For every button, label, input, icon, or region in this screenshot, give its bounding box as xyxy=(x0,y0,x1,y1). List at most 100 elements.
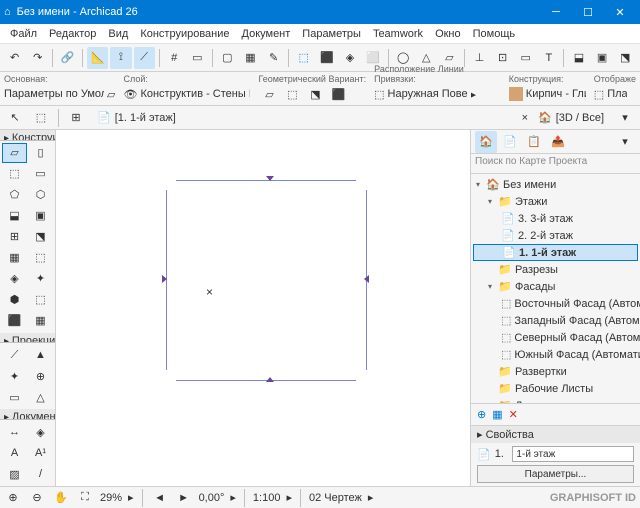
dim-tool[interactable]: ↔ xyxy=(2,422,27,442)
zone-tool[interactable]: ⬛ xyxy=(2,311,27,331)
marquee-tool-icon[interactable]: ⬚ xyxy=(30,107,52,129)
tree-floor2[interactable]: 📄2. 2-й этаж xyxy=(473,227,638,244)
grid-icon[interactable]: # xyxy=(164,47,185,69)
text-icon[interactable]: T xyxy=(538,47,559,69)
angle-tool-icon[interactable]: 📐 xyxy=(87,47,108,69)
roof-tool[interactable]: ⬔ xyxy=(28,227,53,247)
tab-3d[interactable]: 🏠[3D / Все] xyxy=(532,109,610,126)
tree-worksheets[interactable]: 📁Рабочие Листы xyxy=(473,380,638,397)
zoom-out-icon[interactable]: ⊖ xyxy=(28,489,46,507)
fit-icon[interactable]: ⛶ xyxy=(76,489,94,507)
props-name-input[interactable] xyxy=(512,446,634,462)
grid-tool[interactable]: ⊞ xyxy=(2,227,27,247)
scale-value[interactable]: 1:100 xyxy=(253,492,281,504)
geom-trapez-icon[interactable]: ⬔ xyxy=(304,83,326,105)
menu-options[interactable]: Параметры xyxy=(296,26,367,42)
props-params-button[interactable]: Параметры... xyxy=(477,465,634,483)
default-params[interactable]: Параметры по Умолчанию xyxy=(4,88,104,100)
morph-tool[interactable]: ⬢ xyxy=(2,290,27,310)
tab-close-icon[interactable]: × xyxy=(522,112,528,124)
tree-east[interactable]: ⬚Восточный Фасад (Автоматич xyxy=(473,295,638,312)
tree-west[interactable]: ⬚Западный Фасад (Автоматиче xyxy=(473,312,638,329)
worksheet-tool[interactable]: ▭ xyxy=(2,387,27,407)
tree-floor1[interactable]: 📄1. 1-й этаж xyxy=(473,244,638,261)
text-tool[interactable]: A xyxy=(2,443,27,463)
stairs-icon[interactable]: ⬔ xyxy=(615,47,636,69)
guide-tool-icon[interactable]: ⟋ xyxy=(134,47,155,69)
menu-edit[interactable]: Редактор xyxy=(43,26,102,42)
curtain-tool[interactable]: ▦ xyxy=(2,248,27,268)
delete-icon[interactable]: ✕ xyxy=(509,408,518,421)
tree-floors[interactable]: ▾📁Этажи xyxy=(473,193,638,210)
drawing-value[interactable]: 02 Чертеж xyxy=(309,492,362,504)
new-icon[interactable]: ▦ xyxy=(492,408,502,421)
tree-floor3[interactable]: 📄3. 3-й этаж xyxy=(473,210,638,227)
door-tool[interactable]: ⬓ xyxy=(2,206,27,226)
change-tool[interactable]: △ xyxy=(28,387,53,407)
tree-elevations[interactable]: ▾📁Фасады xyxy=(473,278,638,295)
mesh-tool[interactable]: ◈ xyxy=(2,269,27,289)
shell-tool[interactable]: ✦ xyxy=(28,269,53,289)
angle-value[interactable]: 0,00° xyxy=(199,492,225,504)
link-icon[interactable]: 🔗 xyxy=(57,47,78,69)
anchor-icon[interactable]: ⬚ xyxy=(374,88,384,101)
layer-value[interactable]: Конструктив - Стены Не... xyxy=(140,88,250,100)
door-icon[interactable]: ⬓ xyxy=(568,47,589,69)
rect-icon[interactable]: ▭ xyxy=(515,47,536,69)
layer2-icon[interactable]: ⬛ xyxy=(316,47,337,69)
menu-help[interactable]: Помощь xyxy=(467,26,522,42)
minimize-button[interactable]: ─ xyxy=(540,6,572,19)
interior-tool[interactable]: ✦ xyxy=(2,366,27,386)
props-header[interactable]: ▸ Свойства xyxy=(471,426,640,443)
marquee-icon[interactable]: ▦ xyxy=(240,47,261,69)
layer-icon[interactable]: ⬚ xyxy=(293,47,314,69)
stair-tool[interactable]: ⬚ xyxy=(28,248,53,268)
menu-document[interactable]: Документ xyxy=(236,26,297,42)
detail-tool[interactable]: ⊕ xyxy=(28,366,53,386)
tree-south[interactable]: ⬚Южный Фасад (Автоматическ xyxy=(473,346,638,363)
tree-root[interactable]: ▾🏠Без имени xyxy=(473,176,638,193)
toolbox-document-section[interactable]: ▸ Документиро xyxy=(0,409,55,420)
nav-search[interactable]: Поиск по Карте Проекта xyxy=(471,154,640,174)
fill-tool[interactable]: ▨ xyxy=(2,464,27,484)
grid-view-icon[interactable]: ⊞ xyxy=(65,107,87,129)
pan-icon[interactable]: ✋ xyxy=(52,489,70,507)
snap-tool-icon[interactable]: ⟟ xyxy=(110,47,131,69)
tree-interior[interactable]: 📁Развертки xyxy=(473,363,638,380)
zoom-value[interactable]: 29% xyxy=(100,492,122,504)
toolbox-construct-section[interactable]: ▸ Конструиров xyxy=(0,130,55,141)
tree-sections[interactable]: 📁Разрезы xyxy=(473,261,638,278)
section-tool[interactable]: ⟋ xyxy=(2,345,27,365)
shape-tool[interactable]: ⬠ xyxy=(2,185,27,205)
eye-icon[interactable]: 👁 xyxy=(123,88,137,101)
maximize-button[interactable]: ☐ xyxy=(572,6,604,19)
constr-value[interactable]: Кирпич - Гли... xyxy=(526,88,586,100)
tab-floorplan[interactable]: 📄[1. 1-й этаж] xyxy=(91,109,182,126)
tab-dropdown-icon[interactable]: ▾ xyxy=(614,107,636,129)
arrow-tool-icon[interactable]: ↖ xyxy=(4,107,26,129)
window-icon[interactable]: ▣ xyxy=(592,47,613,69)
column-tool[interactable]: ▯ xyxy=(28,143,53,163)
geom-curved-icon[interactable]: ⬚ xyxy=(281,83,303,105)
tree-north[interactable]: ⬚Северный Фасад (Автоматиче xyxy=(473,329,638,346)
geom-poly-icon[interactable]: ⬛ xyxy=(327,83,349,105)
material-icon[interactable] xyxy=(509,87,523,101)
prev-icon[interactable]: ◄ xyxy=(151,489,169,507)
nav-layout-tab-icon[interactable]: 📋 xyxy=(523,131,545,153)
select-icon[interactable]: ▢ xyxy=(217,47,238,69)
menu-file[interactable]: Файл xyxy=(4,26,43,42)
window-tool[interactable]: ▣ xyxy=(28,206,53,226)
opening-tool[interactable]: ▦ xyxy=(28,311,53,331)
line-tool[interactable]: / xyxy=(28,464,53,484)
nav-menu-icon[interactable]: ▾ xyxy=(614,131,636,153)
undo-icon[interactable]: ↶ xyxy=(4,47,25,69)
level-tool[interactable]: ◈ xyxy=(28,422,53,442)
wall-icon[interactable]: ▱ xyxy=(107,88,115,101)
object-tool[interactable]: ⬚ xyxy=(28,290,53,310)
poly-tool[interactable]: ⬡ xyxy=(28,185,53,205)
menu-design[interactable]: Конструирование xyxy=(134,26,235,42)
menu-view[interactable]: Вид xyxy=(102,26,134,42)
beam-tool[interactable]: ⬚ xyxy=(2,164,27,184)
elevation-tool[interactable]: ▲ xyxy=(28,345,53,365)
filter-icon[interactable]: ◈ xyxy=(339,47,360,69)
